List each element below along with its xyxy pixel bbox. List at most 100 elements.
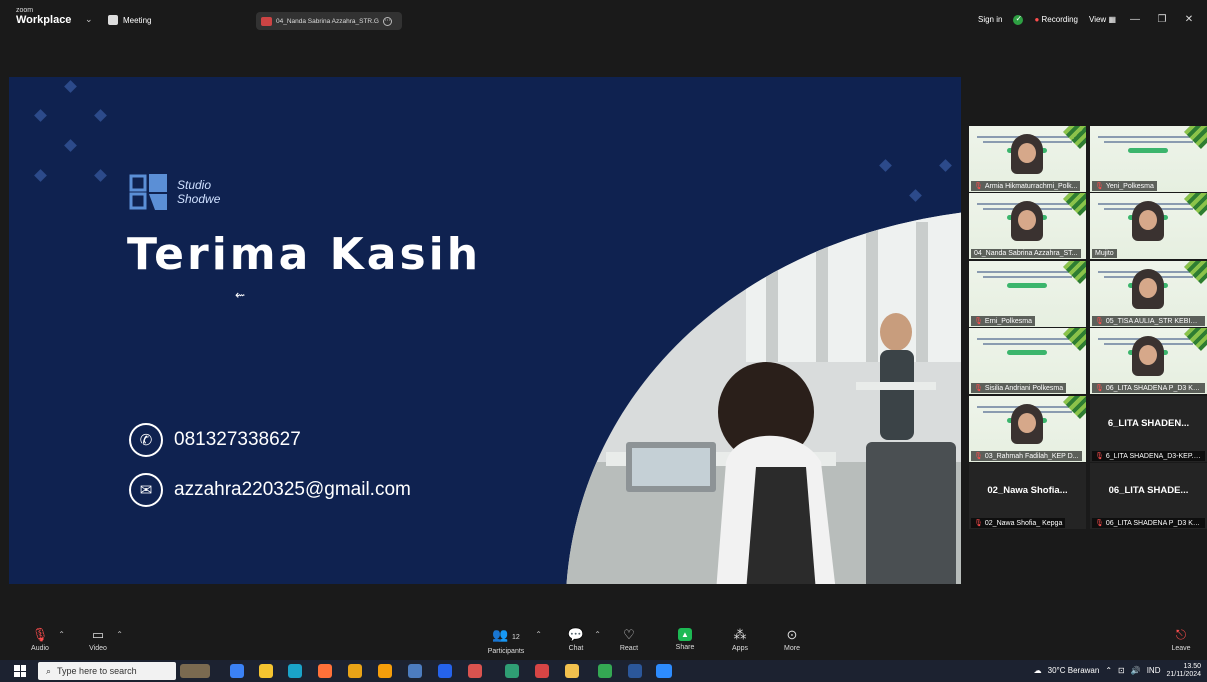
audio-label: Audio — [31, 645, 49, 652]
search-icon: ⌕ — [46, 665, 52, 676]
encryption-shield-icon[interactable] — [1013, 14, 1024, 25]
participant-tile[interactable]: 🎙 03_Rahmah Fadilah_KEP D... — [969, 395, 1086, 462]
heart-icon: ♡ — [623, 627, 635, 642]
office-photo — [566, 212, 961, 584]
participant-tile[interactable]: 🎙 06_LITA SHADENA P_D3 KE... — [1090, 328, 1207, 395]
view-button[interactable]: View ▦ — [1089, 15, 1116, 24]
participant-name-tag: 🎙 Sisilia Andriani Polkesma — [971, 383, 1067, 394]
windows-taskbar: ⌕ Type here to search ☁ 30°C Berawan ⌃ ⊡… — [0, 660, 1207, 682]
more-button[interactable]: ⊙ More — [771, 628, 813, 653]
participants-icon: 👥 12 — [492, 627, 520, 642]
participant-tile[interactable]: 🎙 Erni_Polkesma — [969, 260, 1086, 327]
chrome-icon[interactable] — [598, 664, 612, 678]
taskbar-search-box[interactable]: ⌕ Type here to search — [38, 662, 176, 680]
participant-tile[interactable]: 🎙 Armia Hikmaturrachmi_Polk... — [969, 126, 1086, 192]
participant-tile[interactable]: 🎙 Yeni_Polkesma — [1090, 126, 1207, 192]
powerpoint-icon[interactable] — [468, 664, 482, 678]
participant-tile[interactable]: 🎙 Sisilia Andriani Polkesma — [969, 328, 1086, 395]
chat-button[interactable]: 💬 Chat ⌃ — [555, 627, 601, 653]
decor-diamond — [34, 109, 47, 122]
mail-icon[interactable] — [438, 664, 452, 678]
video-detail — [983, 343, 1072, 346]
app-icon[interactable] — [378, 664, 392, 678]
participants-button[interactable]: 👥 12 Participants ⌃ — [478, 627, 542, 656]
more-label: More — [784, 645, 800, 652]
chevron-up-icon[interactable]: ⌃ — [594, 630, 601, 639]
participant-tile[interactable]: 🎙 05_TISA AULIA_STR KEBIDA... — [1090, 260, 1207, 327]
chrome-icon[interactable] — [348, 664, 362, 678]
chevron-up-icon[interactable]: ⌃ — [58, 630, 65, 639]
sign-in-link[interactable]: Sign in — [978, 15, 1002, 24]
file-explorer-icon[interactable] — [259, 664, 273, 678]
leave-label: Leave — [1171, 645, 1191, 652]
app-icon[interactable] — [230, 664, 244, 678]
speaker-icon[interactable]: 🔊 — [1131, 666, 1141, 675]
participant-name-tag: 🎙 02_Nawa Shofia_ Kepga — [971, 518, 1066, 528]
mic-muted-icon: 🎙 — [974, 385, 983, 393]
zoom-app-icon[interactable] — [656, 664, 672, 678]
app-icon[interactable] — [505, 664, 519, 678]
chevron-up-icon[interactable]: ⌃ — [535, 630, 542, 639]
firefox-icon[interactable] — [318, 664, 332, 678]
minimize-icon[interactable]: — — [1127, 14, 1143, 25]
clock[interactable]: 13.50 21/11/2024 — [1166, 663, 1201, 678]
audio-button[interactable]: 🎙 Audio ⌃ — [19, 628, 65, 653]
brand-big-text: Workplace — [16, 14, 72, 26]
participant-tile[interactable]: Mujito — [1090, 193, 1207, 260]
participants-count: 12 — [512, 634, 520, 641]
mic-muted-icon: 🎙 — [1095, 317, 1104, 325]
participant-tile[interactable]: 04_Nanda Sabrina Azzahra_ST... — [969, 193, 1086, 260]
chevron-up-icon[interactable]: ⌃ — [1105, 666, 1112, 675]
video-detail — [983, 275, 1072, 278]
top-right-controls: Sign in ● Recording View ▦ — ❐ ✕ — [978, 14, 1197, 26]
participant-display-name: 06_LITA SHADE... — [1108, 485, 1189, 496]
network-icon[interactable]: ⊡ — [1118, 666, 1125, 675]
weather-text[interactable]: 30°C Berawan — [1048, 666, 1100, 675]
video-button[interactable]: ▭ Video ⌃ — [77, 628, 123, 653]
studio-shodwe-logo: Studio Shodwe — [129, 172, 220, 212]
apps-button[interactable]: ⁂ Apps — [719, 628, 761, 653]
participant-tile[interactable]: 06_LITA SHADE... 🎙 06_LITA SHADENA P_D3 KE… — [1090, 463, 1207, 529]
participant-name: 06_LITA SHADENA P_D3 KE... — [1105, 385, 1204, 393]
contact-email: ✉ azzahra220325@gmail.com — [129, 473, 411, 507]
participant-name: 05_TISA AULIA_STR KEBIDA... — [1105, 317, 1205, 325]
meeting-button[interactable]: Meeting — [108, 15, 151, 25]
email-address: azzahra220325@gmail.com — [174, 479, 411, 500]
weather-icon[interactable]: ☁ — [1034, 666, 1042, 675]
screen-share-tab[interactable]: 04_Nanda Sabrina Azzahra_STR.G ⋯ — [256, 12, 402, 30]
app-icon[interactable] — [565, 664, 579, 678]
react-button[interactable]: ♡ React — [608, 627, 650, 653]
participant-tile[interactable]: 02_Nawa Shofia... 🎙 02_Nawa Shofia_ Kepga — [969, 463, 1086, 529]
edge-icon[interactable] — [288, 664, 302, 678]
grid-view-icon: ▦ — [1108, 15, 1116, 24]
participant-name: 6_LITA SHADENA_D3-KEP.T... — [1105, 452, 1203, 460]
windows-start-icon[interactable] — [14, 665, 26, 677]
recording-dot-icon: ● — [1034, 15, 1040, 24]
input-language[interactable]: IND — [1147, 666, 1161, 675]
decor-diamond — [64, 80, 77, 93]
share-button[interactable]: ▲ Share — [664, 628, 706, 651]
chevron-up-icon[interactable]: ⌃ — [116, 630, 123, 639]
participant-face — [1011, 134, 1043, 174]
share-screen-icon: ▲ — [678, 628, 692, 641]
view-label: View — [1089, 15, 1107, 24]
participant-name: Erni_Polkesma — [984, 317, 1032, 325]
search-highlight-icon[interactable] — [180, 664, 210, 678]
more-options-icon[interactable]: ⋯ — [382, 16, 392, 26]
participant-name: 03_Rahmah Fadilah_KEP D... — [984, 452, 1079, 460]
app-icon[interactable] — [408, 664, 422, 678]
zoom-workplace-logo[interactable]: zoom Workplace — [16, 7, 71, 26]
search-placeholder: Type here to search — [57, 666, 137, 676]
participant-face — [1132, 336, 1164, 377]
participant-tile[interactable]: 6_LITA SHADEN... 🎙 6_LITA SHADENA_D3-KEP.T… — [1090, 395, 1207, 462]
mic-muted-icon: 🎙 — [974, 452, 983, 460]
close-icon[interactable]: ✕ — [1181, 14, 1197, 25]
word-icon[interactable] — [628, 664, 642, 678]
chevron-down-icon[interactable]: ⌄ — [85, 14, 93, 25]
restore-icon[interactable]: ❐ — [1154, 14, 1170, 25]
recording-indicator[interactable]: ● Recording — [1034, 15, 1078, 24]
participant-name: Sisilia Andriani Polkesma — [984, 385, 1064, 393]
leave-button[interactable]: ⎋ Leave — [1160, 628, 1202, 653]
app-icon[interactable] — [535, 664, 549, 678]
chat-icon: 💬 — [567, 627, 585, 642]
